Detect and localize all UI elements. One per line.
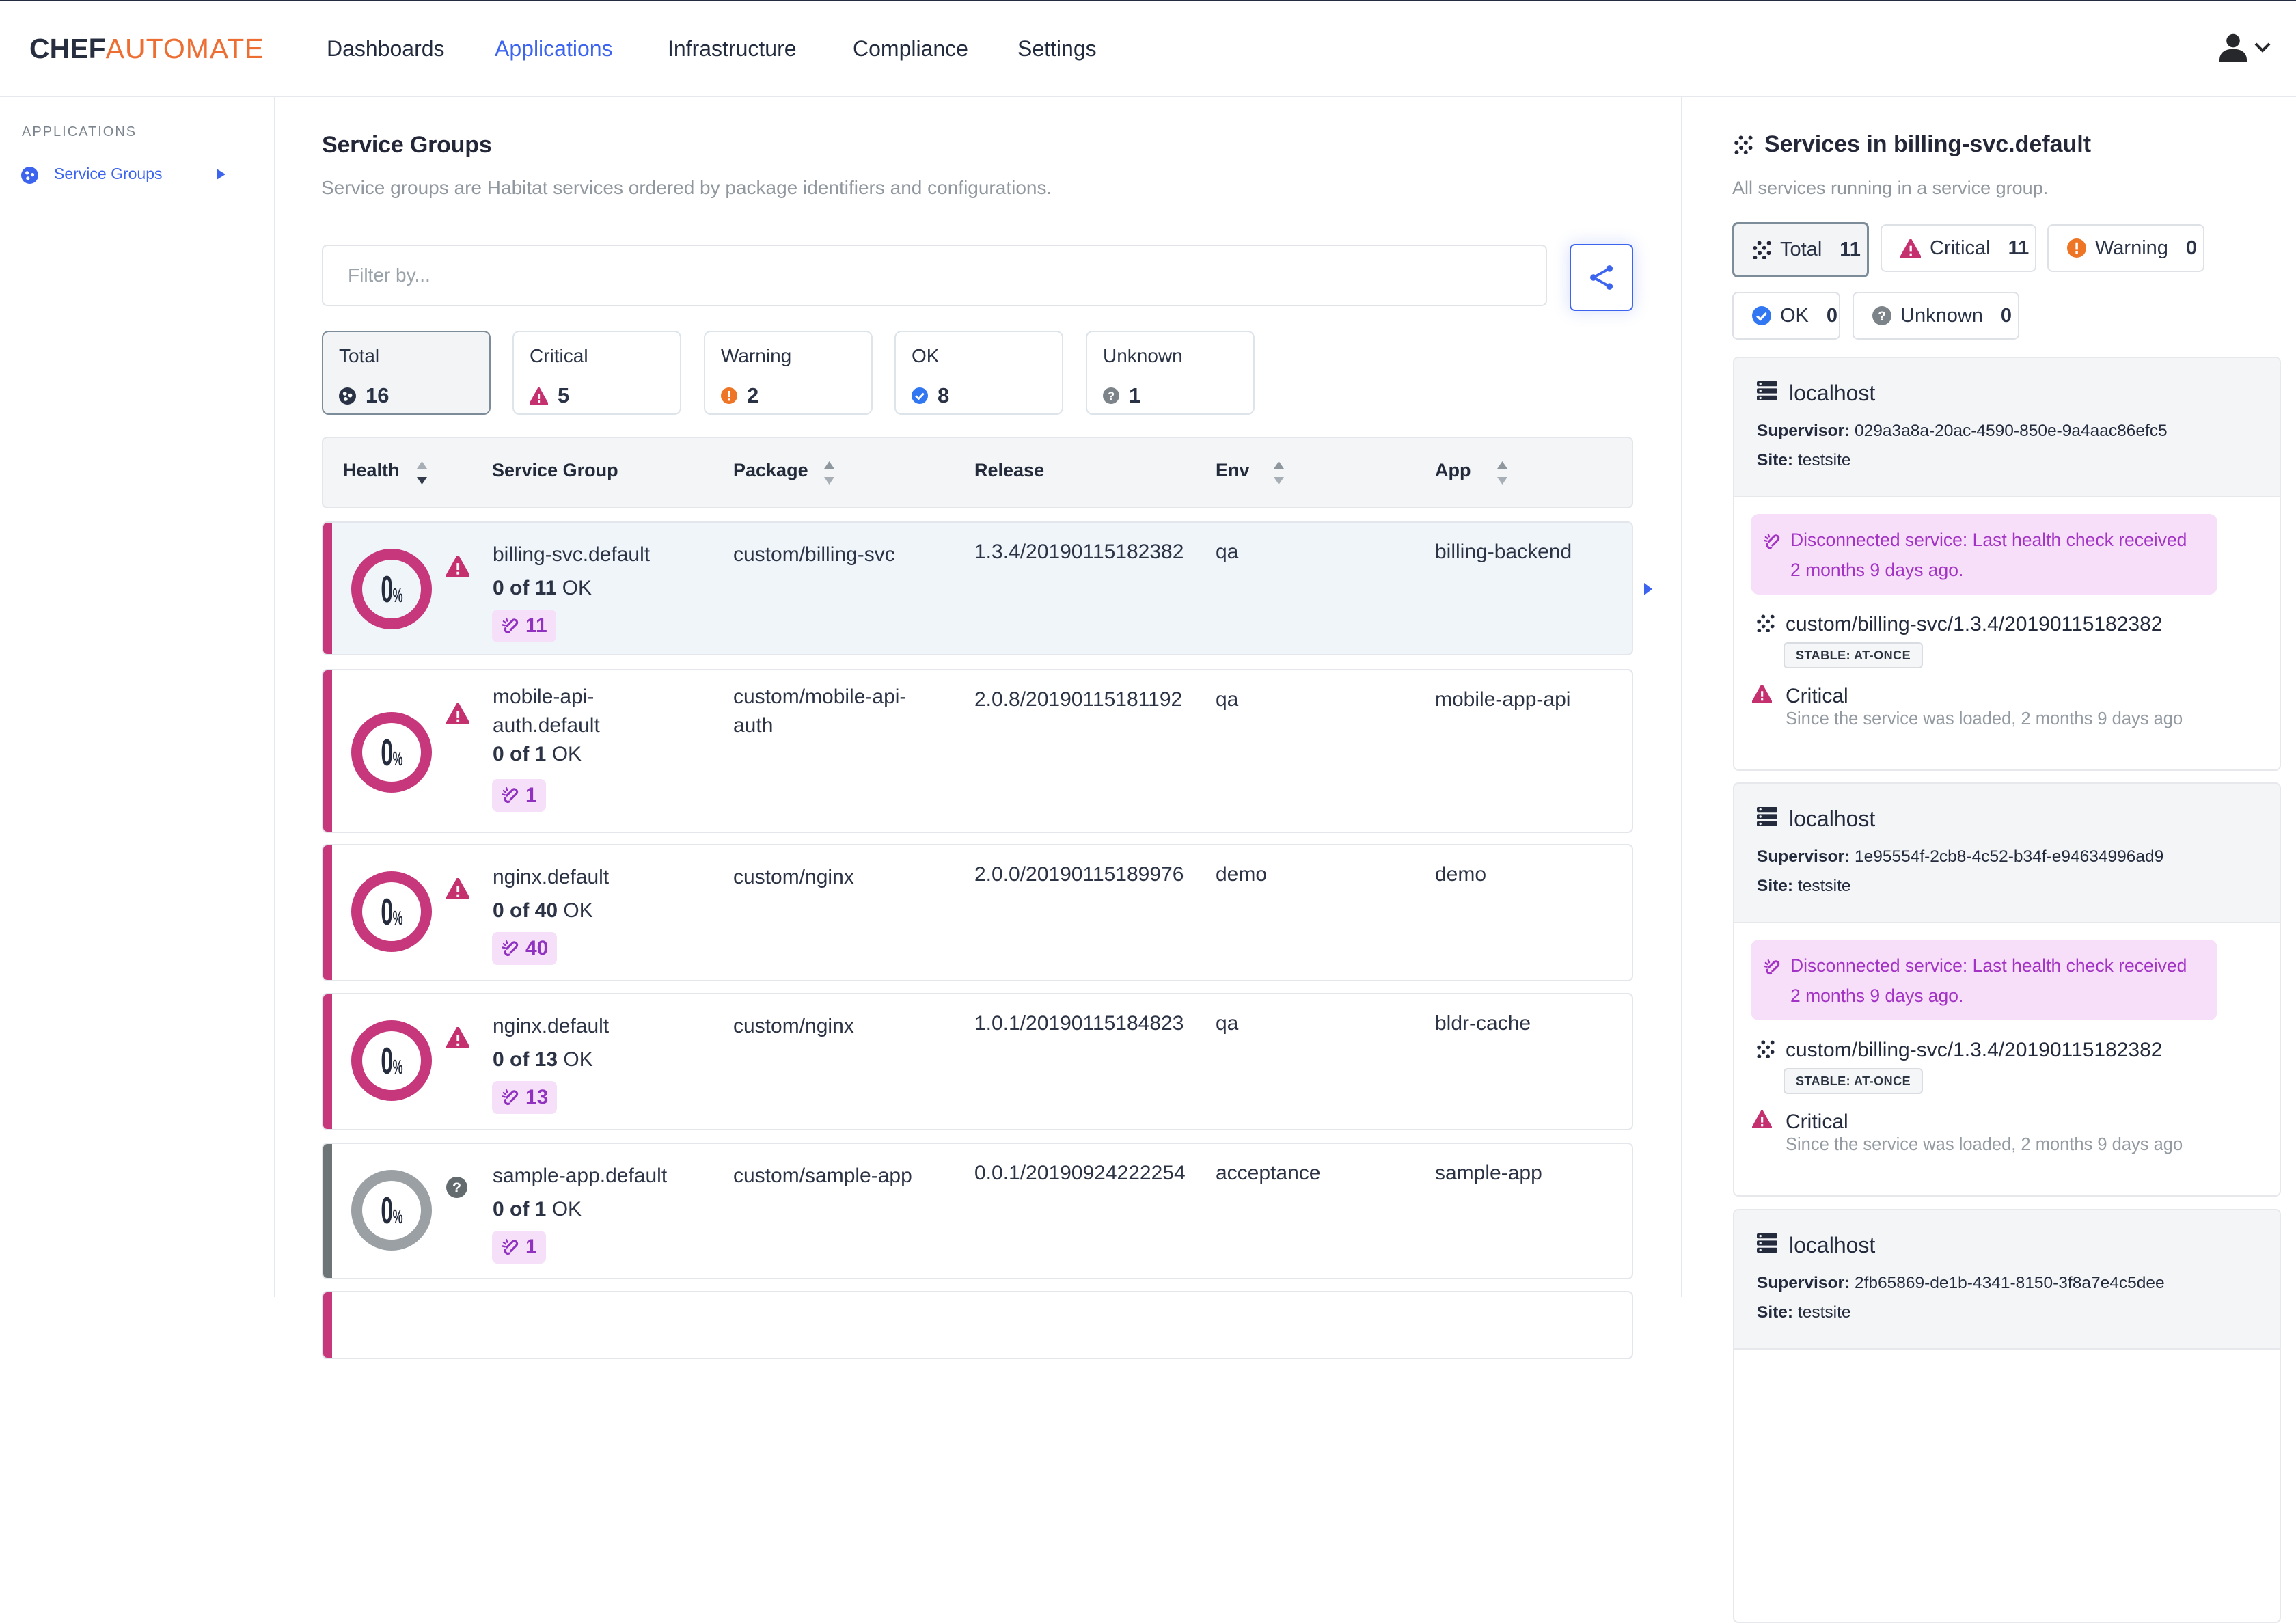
svg-text:?: ? [1108,390,1115,403]
svg-text:?: ? [1878,310,1886,324]
svg-text:?: ? [452,1179,461,1196]
